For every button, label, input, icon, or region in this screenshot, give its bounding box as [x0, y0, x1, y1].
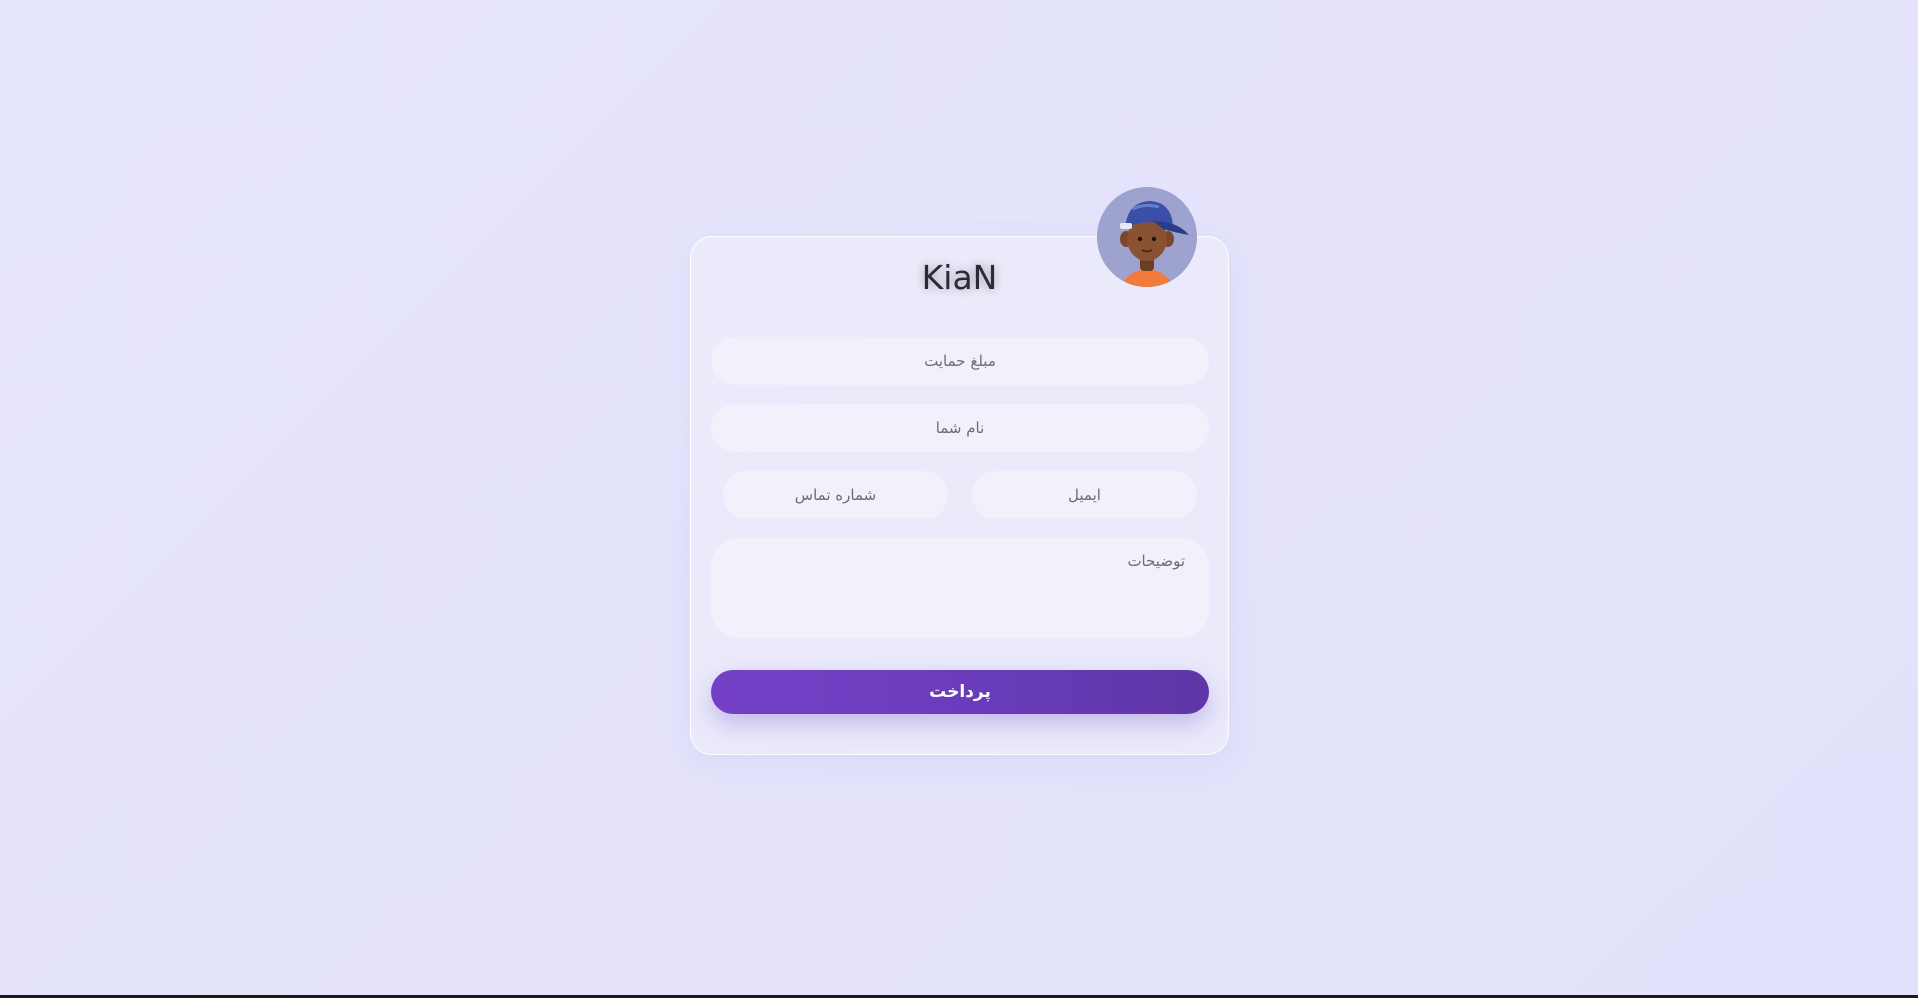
email-placeholder: ایمیل [1068, 486, 1101, 504]
description-placeholder: توضیحات [1127, 552, 1185, 570]
description-field[interactable]: توضیحات [711, 538, 1209, 638]
name-field[interactable]: نام شما [711, 404, 1209, 452]
amount-field[interactable]: مبلغ حمایت [711, 337, 1209, 385]
phone-field[interactable]: شماره تماس [723, 471, 948, 519]
name-placeholder: نام شما [935, 419, 985, 437]
email-field[interactable]: ایمیل [972, 471, 1197, 519]
amount-placeholder: مبلغ حمایت [924, 352, 996, 370]
pay-button[interactable]: پرداخت [711, 670, 1209, 714]
pay-button-label: پرداخت [929, 682, 991, 702]
profile-name: KiaN [921, 258, 998, 297]
phone-placeholder: شماره تماس [794, 486, 877, 504]
